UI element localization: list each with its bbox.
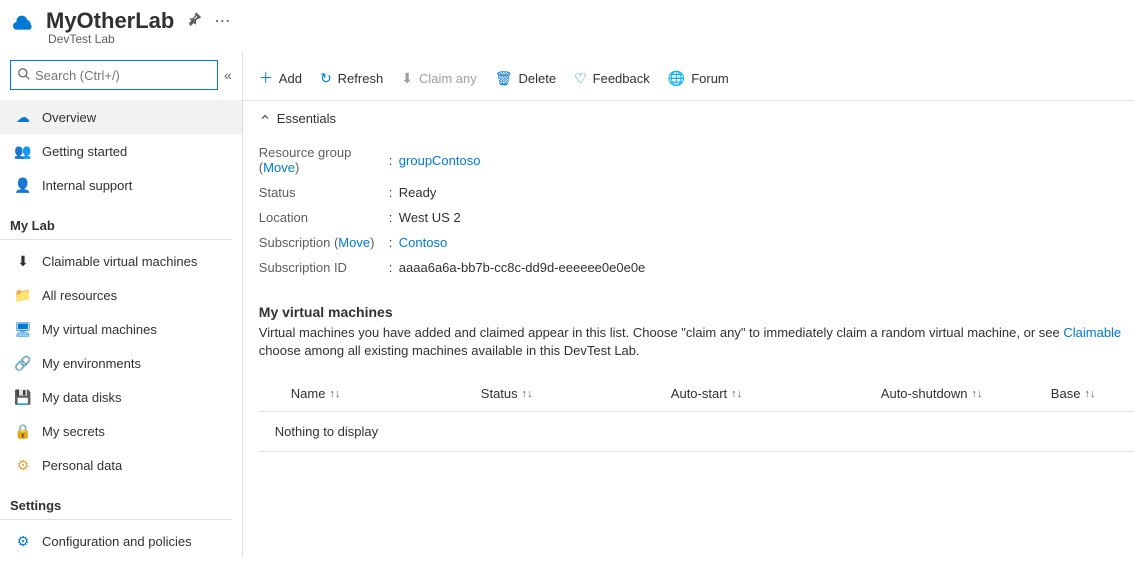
sidebar-item-my-environments[interactable]: 🔗 My environments <box>0 346 242 380</box>
sidebar-item-label: Getting started <box>42 144 127 159</box>
section-my-lab: My Lab <box>0 202 232 240</box>
plus-icon: ＋ <box>259 68 273 88</box>
claimable-link[interactable]: Claimable <box>1063 325 1121 340</box>
delete-label: Delete <box>519 71 557 86</box>
sub-label: Subscription (Move) <box>259 235 389 250</box>
delete-button[interactable]: 🗑 Delete <box>495 70 556 87</box>
globe-icon: 🌐 <box>668 70 685 87</box>
refresh-label: Refresh <box>338 71 384 86</box>
sidebar-item-icon: 🔒 <box>14 422 32 440</box>
sidebar-item-icon: 👤 <box>14 176 32 194</box>
sidebar-item-icon: ⚙ <box>14 456 32 474</box>
search-input-wrap[interactable] <box>10 60 218 90</box>
col-autostart[interactable]: Auto-start↑↓ <box>671 386 881 401</box>
sidebar-item-label: My data disks <box>42 390 121 405</box>
feedback-label: Feedback <box>593 71 650 86</box>
forum-button[interactable]: 🌐 Forum <box>668 70 729 87</box>
refresh-icon: ↻ <box>320 70 332 87</box>
sidebar-item-claimable-virtual-machines[interactable]: ⬇ Claimable virtual machines <box>0 244 242 278</box>
sidebar-item-label: Personal data <box>42 458 122 473</box>
sidebar-item-label: My environments <box>42 356 141 371</box>
subid-label: Subscription ID <box>259 260 389 275</box>
labs-logo-icon <box>10 8 36 34</box>
essentials-toggle[interactable]: Essentials <box>243 101 1134 136</box>
sidebar-item-label: Claimable virtual machines <box>42 254 197 269</box>
move-sub-link[interactable]: Move <box>338 235 370 250</box>
sort-icon: ↑↓ <box>972 388 983 400</box>
sort-icon: ↑↓ <box>1084 388 1095 400</box>
sidebar-item-icon: ☁ <box>14 108 32 126</box>
sidebar-item-overview[interactable]: ☁ Overview <box>0 100 242 134</box>
sidebar-item-internal-support[interactable]: 👤 Internal support <box>0 168 242 202</box>
claim-any-button: ⬇ Claim any <box>401 70 477 87</box>
subid-value: aaaa6a6a-bb7b-cc8c-dd9d-eeeeee0e0e0e <box>399 260 646 275</box>
forum-label: Forum <box>691 71 729 86</box>
col-name[interactable]: Name↑↓ <box>291 386 481 401</box>
sidebar-item-label: Internal support <box>42 178 132 193</box>
sidebar-item-icon: ⬇ <box>14 252 32 270</box>
more-icon[interactable]: ⋯ <box>214 11 230 31</box>
sidebar-item-my-data-disks[interactable]: 💾 My data disks <box>0 380 242 414</box>
vm-section-desc: Virtual machines you have added and clai… <box>259 324 1134 360</box>
essentials-label: Essentials <box>277 111 336 126</box>
rg-label: Resource group (Move) <box>259 145 389 175</box>
rg-value-link[interactable]: groupContoso <box>399 153 481 168</box>
sidebar-item-label: Overview <box>42 110 96 125</box>
sidebar-item-configuration-and-policies[interactable]: ⚙ Configuration and policies <box>0 524 242 558</box>
sidebar-item-label: My virtual machines <box>42 322 157 337</box>
location-value: West US 2 <box>399 210 461 225</box>
sidebar-item-label: My secrets <box>42 424 105 439</box>
sidebar-item-all-resources[interactable]: 📁 All resources <box>0 278 242 312</box>
heart-icon: ♡ <box>574 70 587 87</box>
col-status[interactable]: Status↑↓ <box>481 386 671 401</box>
sidebar-item-getting-started[interactable]: 👥 Getting started <box>0 134 242 168</box>
pin-icon[interactable] <box>186 11 202 32</box>
sidebar-item-icon: 🖥 <box>14 320 32 338</box>
sidebar-item-label: Configuration and policies <box>42 534 192 549</box>
sidebar-item-my-secrets[interactable]: 🔒 My secrets <box>0 414 242 448</box>
sidebar-item-icon: 👥 <box>14 142 32 160</box>
refresh-button[interactable]: ↻ Refresh <box>320 70 383 87</box>
sidebar-item-icon: 📁 <box>14 286 32 304</box>
location-label: Location <box>259 210 389 225</box>
sidebar-item-icon: ⚙ <box>14 532 32 550</box>
sort-icon: ↑↓ <box>522 388 533 400</box>
col-base[interactable]: Base↑↓ <box>1051 386 1134 401</box>
sub-value-link[interactable]: Contoso <box>399 235 447 250</box>
claim-label: Claim any <box>419 71 477 86</box>
trash-icon: 🗑 <box>495 70 513 87</box>
vm-section-title: My virtual machines <box>259 304 1134 320</box>
add-button[interactable]: ＋ Add <box>259 68 302 88</box>
sidebar-item-personal-data[interactable]: ⚙ Personal data <box>0 448 242 482</box>
chevron-up-icon <box>259 111 271 126</box>
page-title: MyOtherLab <box>46 8 174 34</box>
sidebar-item-icon: 🔗 <box>14 354 32 372</box>
sidebar-item-icon: 💾 <box>14 388 32 406</box>
add-label: Add <box>279 71 302 86</box>
section-settings: Settings <box>0 482 232 520</box>
search-icon <box>17 67 31 84</box>
status-value: Ready <box>399 185 437 200</box>
empty-row: Nothing to display <box>259 412 1134 452</box>
sidebar-item-my-virtual-machines[interactable]: 🖥 My virtual machines <box>0 312 242 346</box>
sort-icon: ↑↓ <box>731 388 742 400</box>
page-subtitle: DevTest Lab <box>0 32 1134 46</box>
status-label: Status <box>259 185 389 200</box>
col-autoshutdown[interactable]: Auto-shutdown↑↓ <box>881 386 1051 401</box>
collapse-sidebar-icon[interactable]: « <box>224 67 232 83</box>
search-input[interactable] <box>35 68 211 83</box>
move-rg-link[interactable]: Move <box>263 160 295 175</box>
sort-icon: ↑↓ <box>329 388 340 400</box>
feedback-button[interactable]: ♡ Feedback <box>574 70 650 87</box>
sidebar-item-label: All resources <box>42 288 117 303</box>
download-icon: ⬇ <box>401 70 413 87</box>
